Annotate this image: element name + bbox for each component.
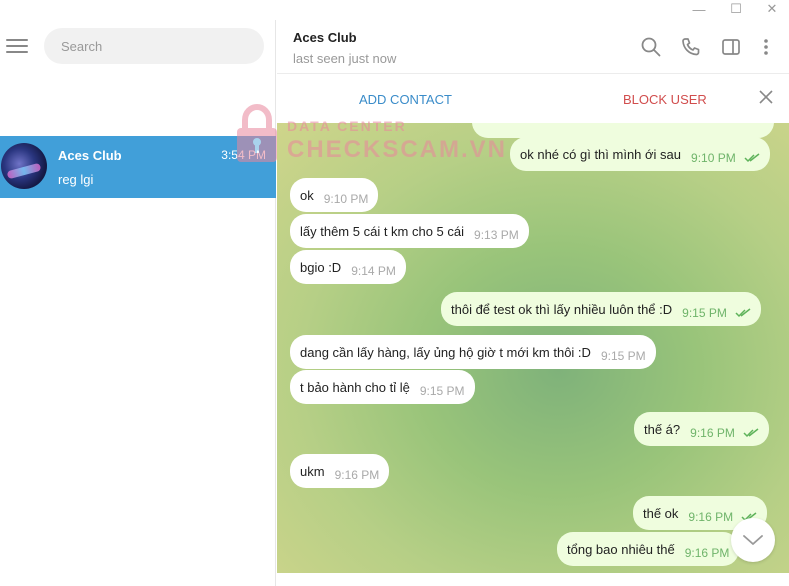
message-bubble: ok 9:10 PM	[290, 178, 379, 212]
chat-time: 3:54 PM	[221, 148, 266, 162]
chat-name: Aces Club	[58, 148, 122, 163]
chevron-down-icon	[743, 535, 763, 545]
chat-preview: reg lgi	[58, 172, 94, 187]
message-time: 9:15 PM	[419, 384, 465, 398]
close-icon[interactable]	[758, 89, 774, 105]
message-text: ok nhé có gì thì mình ới sau	[520, 146, 682, 162]
message-text: thế á?	[644, 421, 681, 437]
message-time: 9:16 PM	[334, 468, 380, 482]
maximize-button[interactable]: ☐	[721, 0, 751, 18]
message-text: ukm	[300, 463, 325, 479]
scroll-down-button[interactable]	[731, 518, 775, 562]
message-text: dang cần lấy hàng, lấy ủng hộ giờ t mới …	[300, 344, 591, 360]
message-text: ok	[300, 187, 314, 203]
add-contact-button[interactable]: ADD CONTACT	[359, 92, 452, 107]
message-bubble: dang cần lấy hàng, lấy ủng hộ giờ t mới …	[290, 335, 656, 369]
message-bubble: bgio :D 9:14 PM	[290, 250, 406, 284]
message-input-strip	[277, 573, 789, 586]
chat-title[interactable]: Aces Club	[293, 30, 357, 45]
message-time: 9:16 PM	[684, 546, 730, 560]
message-text: bgio :D	[300, 259, 342, 275]
minimize-button[interactable]: —	[684, 0, 714, 18]
message-text: t bảo hành cho tỉ lệ	[300, 379, 410, 395]
message-bubble: thôi để test ok thì lấy nhiều luôn thể :…	[441, 292, 761, 326]
search-placeholder: Search	[61, 38, 103, 54]
read-checkmark-icon	[744, 153, 760, 163]
message-bubble: lấy thêm 5 cái t km cho 5 cái 9:13 PM	[290, 214, 529, 248]
message-time: 9:10 PM	[691, 151, 736, 165]
window-titlebar: — ☐ ✕	[0, 0, 789, 20]
message-bubble: ok nhé có gì thì mình ới sau 9:10 PM	[510, 137, 770, 171]
message-bubble: ukm 9:16 PM	[290, 454, 390, 488]
message-time: 9:13 PM	[474, 228, 519, 242]
message-time: 9:15 PM	[600, 349, 646, 363]
message-text: lấy thêm 5 cái t km cho 5 cái	[300, 223, 465, 239]
sidebar: Search Aces Club 3:54 PM reg lgi	[0, 20, 276, 586]
chat-header: Aces Club last seen just now	[277, 20, 789, 74]
read-checkmark-icon	[735, 308, 751, 318]
block-user-button[interactable]: BLOCK USER	[623, 92, 707, 107]
search-icon[interactable]	[640, 36, 662, 58]
message-bubble: tổng bao nhiêu thế 9:16 PM	[557, 532, 740, 566]
avatar	[1, 143, 47, 189]
message-bubble: t bảo hành cho tỉ lệ 9:15 PM	[290, 370, 475, 404]
chat-list-item[interactable]: Aces Club 3:54 PM reg lgi	[0, 136, 276, 198]
close-window-button[interactable]: ✕	[757, 0, 787, 18]
phone-icon[interactable]	[680, 36, 702, 58]
message-bubble: thế á? 9:16 PM	[634, 412, 769, 446]
menu-icon[interactable]	[6, 39, 28, 55]
chat-status: last seen just now	[293, 51, 397, 66]
message-text: tổng bao nhiêu thế	[567, 541, 675, 557]
message-text: thôi để test ok thì lấy nhiều luôn thể :…	[451, 301, 673, 317]
read-checkmark-icon	[743, 428, 759, 438]
message-text: thế ok	[643, 505, 679, 521]
message-time: 9:14 PM	[351, 264, 396, 278]
message-bubble-partial	[472, 123, 774, 138]
message-time: 9:16 PM	[688, 510, 734, 524]
message-time: 9:16 PM	[690, 426, 735, 440]
message-area: ok nhé có gì thì mình ới sau 9:10 PM ok …	[277, 123, 789, 573]
sidebar-toggle-icon[interactable]	[720, 36, 742, 58]
search-input[interactable]: Search	[44, 28, 264, 64]
action-bar: ADD CONTACT BLOCK USER	[277, 75, 789, 123]
message-time: 9:15 PM	[682, 306, 727, 320]
more-options-icon[interactable]	[755, 36, 777, 58]
message-time: 9:10 PM	[323, 192, 369, 206]
